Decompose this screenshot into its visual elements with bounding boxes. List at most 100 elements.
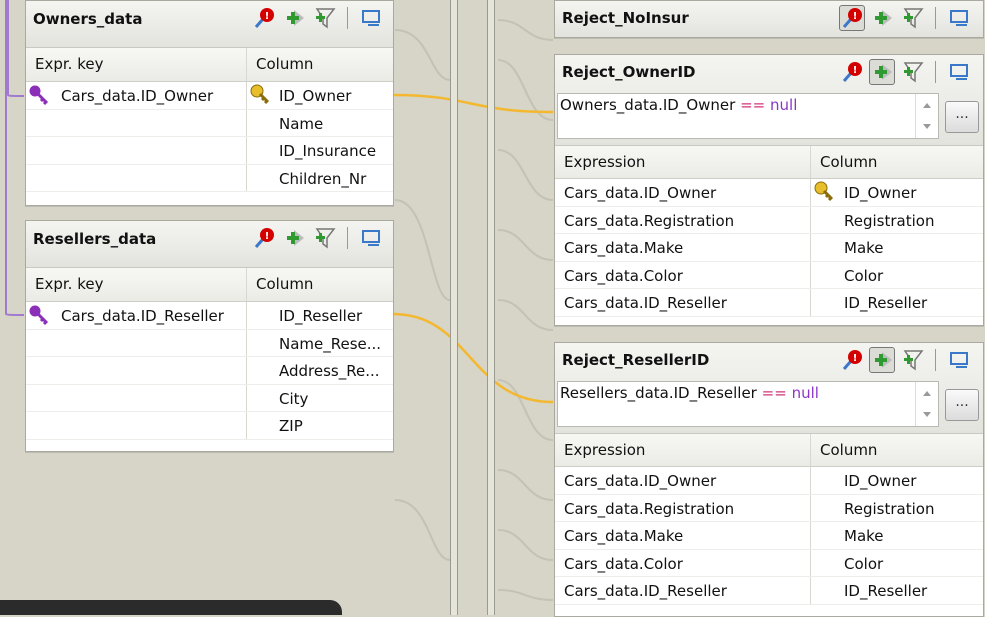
add-filter-icon[interactable] [899, 5, 925, 31]
column-header: Column [810, 146, 983, 178]
bottom-status-bar [0, 600, 342, 615]
column-cell: ID_Insurance [246, 137, 393, 164]
table-row[interactable]: Cars_data.Registration Registration [555, 494, 983, 522]
minimize-icon[interactable] [358, 225, 384, 251]
panel-header: Reject_ResellerID ! Resellers_data.ID_Re… [555, 343, 983, 434]
filter-expression-field[interactable]: Owners_data.ID_Owner == null [557, 93, 939, 139]
add-row-icon[interactable] [869, 5, 895, 31]
expression-header: Expression [564, 153, 646, 171]
expr-cell: Cars_data.ID_Reseller [564, 294, 727, 312]
table-row[interactable]: Name [26, 109, 393, 137]
expr-key-header: Expr. key [35, 55, 104, 73]
left-splitter[interactable] [450, 0, 458, 615]
column-cell: ZIP [246, 412, 393, 439]
filter-expression-field[interactable]: Resellers_data.ID_Reseller == null [557, 381, 939, 427]
column-header: Column [810, 434, 983, 466]
column-cell: ID_Owner [844, 184, 917, 202]
add-filter-icon[interactable] [899, 59, 925, 85]
minimize-icon[interactable] [946, 5, 972, 31]
column-cell: ID_Reseller [810, 577, 983, 604]
column-cell: Name_Rese... [246, 329, 393, 356]
table-row[interactable]: Cars_data.ID_Reseller ID_Reseller [555, 577, 983, 605]
add-filter-icon[interactable] [899, 347, 925, 373]
filter-scrollbar[interactable] [915, 382, 938, 426]
column-cell: Children_Nr [246, 164, 393, 191]
add-row-icon[interactable] [869, 59, 895, 85]
table-row[interactable]: Cars_data.Color Color [555, 261, 983, 289]
filter-lhs: Resellers_data.ID_Reseller [560, 384, 757, 402]
svg-text:!: ! [853, 65, 858, 76]
grid-header: Expression Column [555, 434, 983, 467]
expr-cell: Cars_data.Color [564, 554, 683, 573]
column-header: Column [246, 268, 393, 301]
panel-header: Resellers_data ! [26, 221, 393, 268]
table-row[interactable]: Cars_data.ID_Owner ID_Owner [555, 179, 983, 207]
owners-data-panel: Owners_data ! Expr. key Column Cars_data… [25, 0, 394, 206]
expr-key-header: Expr. key [35, 275, 104, 293]
table-row[interactable]: Children_Nr [26, 164, 393, 192]
expr-cell: Cars_data.ID_Reseller [564, 582, 727, 600]
add-row-icon[interactable] [869, 347, 895, 373]
minimize-icon[interactable] [946, 347, 972, 373]
table-row[interactable]: Cars_data.Make Make [555, 522, 983, 550]
column-cell: Make [810, 522, 983, 549]
minimize-icon[interactable] [946, 59, 972, 85]
column-cell: ID_Reseller [246, 302, 393, 329]
column-cell: ID_Owner [279, 87, 352, 105]
expr-cell: Cars_data.ID_Reseller [61, 307, 224, 325]
grid-header: Expression Column [555, 146, 983, 179]
table-row[interactable]: Cars_data.Make Make [555, 234, 983, 262]
column-cell: ID_Owner [810, 467, 983, 494]
add-row-icon[interactable] [281, 5, 307, 31]
expr-cell: Cars_data.Registration [564, 211, 735, 230]
expr-cell: Cars_data.Make [564, 239, 684, 257]
svg-text:!: ! [265, 11, 270, 22]
reseller-link-wire [392, 312, 554, 404]
reject-resellerid-panel: Reject_ResellerID ! Resellers_data.ID_Re… [554, 342, 984, 617]
minimize-icon[interactable] [358, 5, 384, 31]
warning-badge-icon[interactable]: ! [839, 5, 865, 31]
table-row[interactable]: Cars_data.ID_Reseller ID_Reseller [26, 302, 393, 330]
warning-badge-icon[interactable]: ! [839, 347, 865, 373]
table-row[interactable]: ZIP [26, 412, 393, 440]
panel-header: Reject_NoInsur ! [555, 1, 983, 37]
expression-builder-button[interactable]: ... [945, 389, 979, 421]
warning-badge-icon[interactable]: ! [839, 59, 865, 85]
filter-null-keyword: null [791, 384, 819, 402]
column-cell: Make [810, 234, 983, 261]
column-cell: Name [246, 109, 393, 136]
column-cell: Address_Re... [246, 357, 393, 384]
lookup-key-icon [250, 84, 270, 105]
warning-badge-icon[interactable]: ! [251, 5, 277, 31]
column-cell: ID_Reseller [810, 289, 983, 316]
panel-title: Reject_ResellerID [562, 351, 710, 369]
table-row[interactable]: ID_Insurance [26, 137, 393, 165]
table-row[interactable]: City [26, 384, 393, 412]
table-row[interactable]: Address_Re... [26, 357, 393, 385]
panel-header: Reject_OwnerID ! Owners_data.ID_Owner ==… [555, 55, 983, 146]
table-row[interactable]: Cars_data.Registration Registration [555, 206, 983, 234]
expr-cell: Cars_data.ID_Owner [61, 87, 214, 105]
expr-cell: Cars_data.Color [564, 266, 683, 285]
table-row[interactable]: Name_Rese... [26, 329, 393, 357]
filter-scrollbar[interactable] [915, 94, 938, 138]
add-filter-icon[interactable] [311, 5, 337, 31]
grid-header: Expr. key Column [26, 268, 393, 302]
table-row[interactable]: Cars_data.ID_Reseller ID_Reseller [555, 289, 983, 317]
warning-badge-icon[interactable]: ! [251, 225, 277, 251]
column-cell: Color [810, 261, 983, 288]
table-row[interactable]: Cars_data.ID_Owner ID_Owner [26, 82, 393, 110]
key-icon [29, 85, 49, 106]
panel-header: Owners_data ! [26, 1, 393, 48]
expression-builder-button[interactable]: ... [945, 101, 979, 133]
add-filter-icon[interactable] [311, 225, 337, 251]
table-row[interactable]: Cars_data.ID_Owner ID_Owner [555, 467, 983, 495]
column-cell: Registration [810, 206, 983, 233]
panel-title: Reject_NoInsur [562, 9, 689, 27]
right-splitter[interactable] [487, 0, 495, 615]
svg-text:!: ! [853, 11, 858, 22]
add-row-icon[interactable] [281, 225, 307, 251]
expr-cell: Cars_data.ID_Owner [564, 472, 717, 490]
lookup-key-icon [814, 181, 834, 202]
table-row[interactable]: Cars_data.Color Color [555, 549, 983, 577]
